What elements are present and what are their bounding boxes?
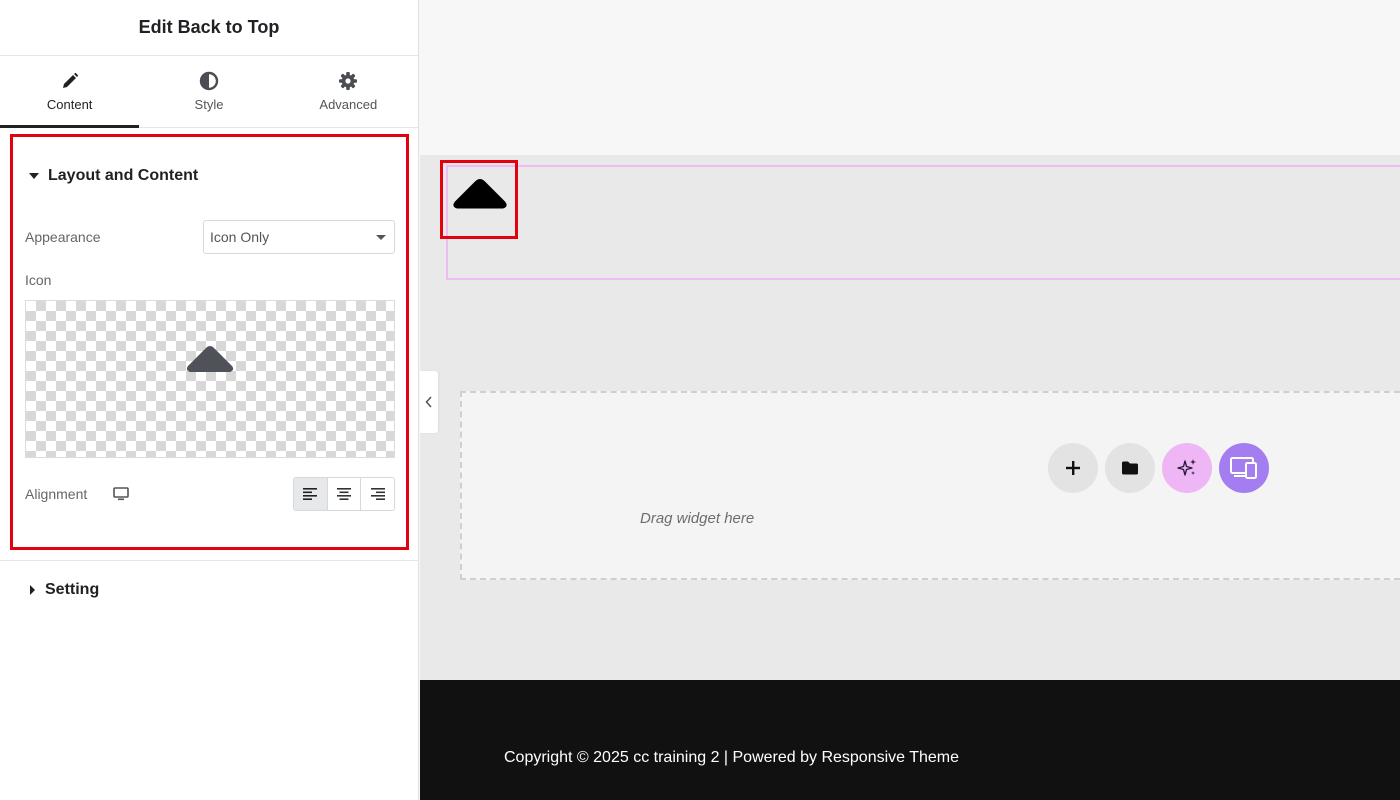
section-title: Layout and Content (48, 167, 199, 184)
layout-content-toggle[interactable]: Layout and Content (29, 167, 198, 185)
drop-zone[interactable] (460, 391, 1400, 580)
responsive-icon (1230, 457, 1257, 479)
back-to-top-widget[interactable] (450, 177, 510, 211)
layout-content-section: Layout and Content Appearance Icon Only … (10, 134, 409, 550)
panel-tabs: Content Style Advanced (0, 56, 418, 128)
align-right-button[interactable] (361, 478, 394, 510)
align-center-button[interactable] (327, 478, 362, 510)
chevron-down-icon (376, 235, 386, 240)
half-circle-icon (199, 71, 219, 91)
icon-picker-preview[interactable] (25, 300, 395, 458)
alignment-label: Alignment (25, 486, 88, 502)
dropzone-buttons (1048, 443, 1269, 493)
section-divider (0, 560, 419, 561)
align-center-icon (337, 488, 351, 500)
preview-canvas: Copyright © 2025 cc training 2 | Powered… (420, 0, 1400, 800)
section-title: Setting (45, 581, 100, 598)
appearance-value: Icon Only (210, 229, 270, 245)
tab-label: Style (194, 97, 224, 112)
page-section (420, 155, 1400, 680)
add-section-button[interactable] (1048, 443, 1098, 493)
folder-icon (1122, 461, 1138, 475)
align-left-icon (303, 488, 318, 500)
desktop-icon[interactable] (113, 487, 129, 506)
appearance-select[interactable]: Icon Only (203, 220, 395, 254)
panel-header: Edit Back to Top (0, 0, 418, 56)
editor-panel: Edit Back to Top Content Style Advanced … (0, 0, 419, 800)
setting-section-toggle[interactable]: Setting (30, 581, 99, 599)
chevron-left-icon (425, 396, 432, 408)
responsive-preview-button[interactable] (1219, 443, 1269, 493)
gear-icon (338, 71, 358, 91)
tab-label: Advanced (319, 97, 378, 112)
tab-style[interactable]: Style (139, 56, 278, 127)
widget-container[interactable] (446, 165, 1400, 280)
plus-icon (1066, 461, 1080, 475)
site-footer: Copyright © 2025 cc training 2 | Powered… (420, 680, 1400, 800)
tab-content[interactable]: Content (0, 56, 140, 128)
dropzone-hint: Drag widget here (640, 510, 755, 527)
panel-title: Edit Back to Top (138, 17, 280, 37)
ai-generate-button[interactable] (1162, 443, 1212, 493)
align-left-button[interactable] (294, 478, 328, 510)
appearance-label: Appearance (25, 229, 101, 245)
caret-up-icon (186, 346, 234, 372)
tab-advanced[interactable]: Advanced (279, 56, 418, 127)
icon-label: Icon (25, 272, 52, 288)
pencil-icon (60, 71, 80, 91)
add-template-button[interactable] (1105, 443, 1155, 493)
alignment-control (293, 477, 395, 511)
sparkles-icon (1177, 459, 1196, 476)
caret-down-icon (29, 173, 39, 179)
footer-copyright: Copyright © 2025 cc training 2 | Powered… (504, 749, 959, 766)
align-right-icon (370, 488, 385, 500)
caret-right-icon (30, 585, 35, 595)
tab-label: Content (46, 97, 93, 112)
collapse-panel-button[interactable] (420, 371, 438, 433)
